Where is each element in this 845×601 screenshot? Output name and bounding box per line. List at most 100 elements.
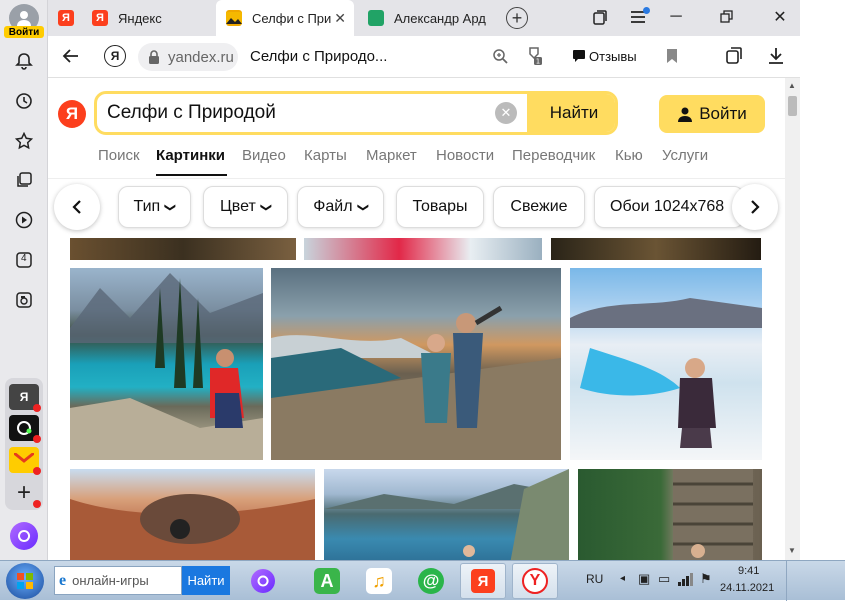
app-a-taskbar-button[interactable]: A — [304, 563, 350, 599]
yandex-browser-taskbar-button[interactable]: Y — [512, 563, 558, 599]
taskbar-search-input[interactable]: онлайн-игры — [72, 573, 149, 588]
translate-icon[interactable] — [492, 47, 510, 65]
scroll-down-arrow-icon[interactable]: ▼ — [788, 546, 796, 555]
chevron-down-icon: ❯ — [356, 202, 369, 212]
scrollbar-thumb[interactable] — [788, 96, 797, 116]
network-signal-icon[interactable] — [678, 572, 694, 591]
screenshot-camera-icon[interactable] — [12, 288, 36, 312]
image-thumbnail[interactable] — [304, 238, 542, 260]
image-thumbnail[interactable] — [70, 238, 296, 260]
start-button[interactable] — [6, 563, 44, 599]
bell-icon[interactable] — [12, 49, 36, 73]
chevron-down-icon: ❯ — [259, 202, 272, 212]
photo-snow-girl-icon — [570, 298, 762, 448]
nav-translator[interactable]: Переводчик — [512, 147, 595, 164]
image-thumbnail-canyon[interactable] — [70, 469, 315, 560]
tray-monitor-icon[interactable]: ▭ — [658, 571, 670, 587]
login-button[interactable]: Войти — [659, 95, 765, 133]
collections-toolbar-icon[interactable] — [724, 46, 744, 66]
tab-aleksandr[interactable]: Александр Ард — [362, 0, 492, 36]
nav-market[interactable]: Маркет — [366, 147, 417, 164]
filter-goods[interactable]: Товары — [396, 186, 484, 228]
photo-lake-moraine-icon — [70, 273, 263, 460]
bookmarks-star-icon[interactable] — [12, 129, 36, 153]
yandex-logo[interactable]: Я — [58, 100, 86, 128]
tray-chevron-icon[interactable]: ◂ — [620, 573, 625, 584]
nav-search[interactable]: Поиск — [98, 147, 140, 164]
alice-taskbar-button[interactable] — [240, 563, 286, 599]
image-thumbnail-wooden-bridge[interactable] — [578, 469, 762, 560]
clear-search-icon[interactable]: ✕ — [495, 102, 517, 124]
music-taskbar-button[interactable]: ♫ — [356, 563, 402, 599]
tab-yandex[interactable]: Я Яндекс — [88, 0, 213, 36]
sheets-favicon-icon — [368, 10, 384, 26]
reviews-button[interactable]: Отзывы — [572, 46, 637, 66]
show-desktop-button[interactable] — [786, 561, 798, 601]
flag-icon[interactable]: ⚑ — [700, 571, 712, 587]
clock-time[interactable]: 9:41 — [738, 565, 759, 577]
image-thumbnail-snow-girl[interactable] — [570, 268, 762, 460]
close-tab-icon[interactable]: ✕ — [334, 10, 346, 27]
close-window-button[interactable]: ✕ — [770, 7, 790, 27]
tab-selfie-images[interactable]: Селфи с При ✕ — [216, 0, 354, 36]
image-thumbnail-lake-moraine[interactable] — [70, 268, 263, 460]
tab-label: Яндекс — [118, 10, 162, 26]
filters-prev-button[interactable] — [54, 184, 100, 230]
yandex-app-icon[interactable]: Я — [9, 384, 41, 412]
clock-date[interactable]: 24.11.2021 — [720, 582, 774, 594]
url-field[interactable]: yandex.ru Селфи с Природо... — [138, 43, 638, 71]
image-thumbnail-couple-selfie[interactable] — [271, 268, 561, 460]
nav-video[interactable]: Видео — [242, 147, 286, 164]
mail-app-icon[interactable] — [9, 447, 41, 475]
minimize-window-button[interactable]: ─ — [666, 8, 686, 28]
search-button[interactable]: Найти — [527, 94, 615, 132]
filter-wallpaper[interactable]: Обои 1024x768 — [594, 186, 744, 228]
search-input[interactable] — [107, 100, 477, 126]
lock-icon[interactable]: yandex.ru — [138, 43, 238, 71]
music-app-icon[interactable] — [9, 415, 41, 443]
chevron-left-icon — [72, 200, 81, 214]
login-label: Войти — [699, 104, 747, 123]
filter-type[interactable]: Тип ❯ — [118, 186, 191, 228]
photo-fjord-icon — [324, 469, 569, 560]
taskbar-search-button[interactable]: Найти — [182, 566, 230, 595]
restore-window-button[interactable] — [720, 10, 736, 26]
yandex-favicon-icon: Я — [92, 10, 108, 26]
nav-q[interactable]: Кью — [615, 147, 643, 164]
add-app-icon[interactable]: + — [9, 479, 41, 508]
alice-icon[interactable] — [10, 522, 38, 550]
image-thumbnail-fjord[interactable] — [324, 469, 569, 560]
nav-news[interactable]: Новости — [436, 147, 494, 164]
yandex-home-icon[interactable]: Я — [104, 45, 126, 67]
collections-icon[interactable] — [12, 168, 36, 192]
back-arrow-icon[interactable] — [62, 47, 82, 67]
bookmark-icon[interactable] — [666, 48, 680, 66]
taskbar-search-box[interactable]: e онлайн-игры — [54, 566, 182, 595]
svg-text:1: 1 — [536, 58, 540, 66]
language-indicator[interactable]: RU — [586, 572, 603, 586]
video-play-icon[interactable] — [12, 208, 36, 232]
yandex-taskbar-button[interactable]: Я — [460, 563, 506, 599]
icq-taskbar-button[interactable]: @ — [408, 563, 454, 599]
messenger-icon[interactable]: 4 — [12, 248, 36, 272]
nav-images[interactable]: Картинки — [156, 147, 225, 164]
new-tab-button[interactable]: + — [506, 7, 528, 29]
filter-file[interactable]: Файл ❯ — [297, 186, 384, 228]
login-badge[interactable]: Войти — [4, 26, 44, 38]
filters-next-button[interactable] — [732, 184, 778, 230]
history-clock-icon[interactable] — [12, 89, 36, 113]
tabs-overview-icon[interactable] — [592, 10, 608, 26]
filter-fresh[interactable]: Свежие — [493, 186, 585, 228]
nav-maps[interactable]: Карты — [304, 147, 347, 164]
menu-hamburger-icon[interactable] — [630, 7, 650, 27]
nav-services[interactable]: Услуги — [662, 147, 708, 164]
tray-device-icon[interactable]: ▣ — [638, 571, 650, 587]
tab-yandex-pinned[interactable]: Я — [52, 0, 80, 36]
page-scrollbar[interactable]: ▲ ▼ — [785, 78, 800, 560]
tab-label: Александр Ард — [394, 10, 486, 26]
protect-icon[interactable]: 1 — [524, 46, 544, 66]
download-icon[interactable] — [768, 47, 786, 65]
image-thumbnail[interactable] — [551, 238, 761, 260]
filter-color[interactable]: Цвет ❯ — [203, 186, 288, 228]
scroll-up-arrow-icon[interactable]: ▲ — [788, 81, 796, 90]
